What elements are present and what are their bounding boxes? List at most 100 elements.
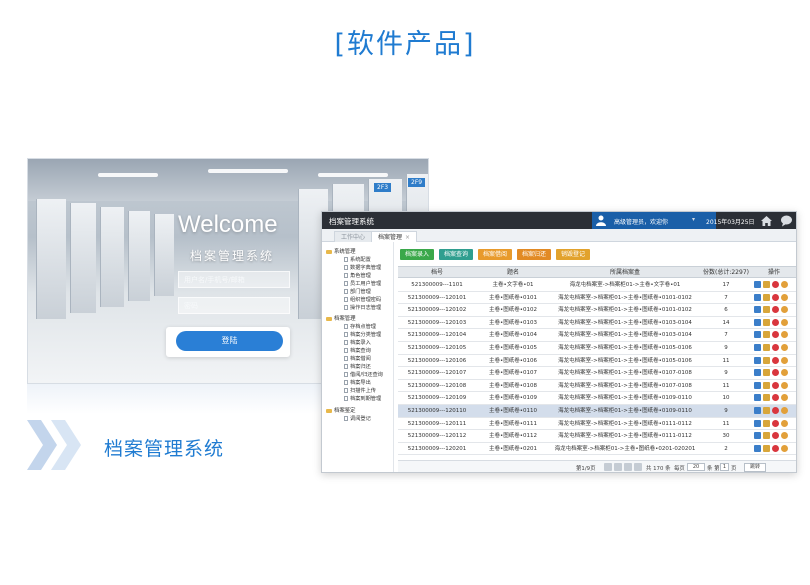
sidebar-item[interactable]: 系统配置: [344, 256, 371, 263]
sidebar-item[interactable]: 档案到期管理: [344, 395, 381, 402]
sidebar-item[interactable]: 档案录入: [344, 339, 371, 346]
table-row[interactable]: 521300009---120104 主卷•图纸卷•0104 海龙屯档案室->档案柜…: [398, 329, 796, 342]
table-row[interactable]: 521300009---120108 主卷•图纸卷•0108 海龙屯档案室->档案柜…: [398, 380, 796, 393]
view-icon[interactable]: [754, 444, 761, 452]
table-row[interactable]: 521300009---120101 主卷•图纸卷•0101 海龙屯档案室->档案柜…: [398, 292, 796, 305]
go-button[interactable]: 跳转: [744, 463, 766, 472]
archive-icon[interactable]: [781, 331, 788, 339]
view-icon[interactable]: [754, 407, 761, 414]
archive-icon[interactable]: [781, 318, 788, 326]
edit-icon[interactable]: [763, 281, 770, 288]
delete-icon[interactable]: [772, 281, 779, 288]
table-row[interactable]: 521300009---120106 主卷•图纸卷•0106 海龙屯档案室->档案柜…: [398, 355, 796, 368]
tab-work-center[interactable]: 工作中心: [334, 231, 373, 242]
delete-icon[interactable]: [772, 381, 779, 389]
sidebar-item[interactable]: 数据字典管理: [344, 264, 381, 271]
sidebar-item[interactable]: 角色管理: [344, 272, 371, 279]
sidebar-item[interactable]: 组织管理密码: [344, 296, 381, 303]
table-row[interactable]: 521300009---120107 主卷•图纸卷•0107 海龙屯档案室->档案柜…: [398, 367, 796, 380]
edit-icon[interactable]: [763, 407, 770, 414]
delete-icon[interactable]: [772, 318, 779, 326]
delete-icon[interactable]: [772, 407, 779, 414]
table-row[interactable]: 521300009---120109 主卷•图纸卷•0109 海龙屯档案室->档案柜…: [398, 392, 796, 405]
chat-icon[interactable]: [780, 214, 793, 227]
next-page-button[interactable]: [624, 463, 632, 471]
username-input[interactable]: 用户名/手机号/邮箱: [178, 271, 290, 288]
delete-icon[interactable]: [772, 444, 779, 452]
per-page-select[interactable]: 20: [687, 463, 705, 471]
archive-icon[interactable]: [781, 419, 788, 427]
table-row[interactable]: 521300009---120111 主卷•图纸卷•0111 海龙屯档案室->档案柜…: [398, 418, 796, 431]
archive-icon[interactable]: [781, 293, 788, 301]
delete-icon[interactable]: [772, 356, 779, 364]
view-icon[interactable]: [754, 293, 761, 301]
archive-icon[interactable]: [781, 306, 788, 314]
delete-icon[interactable]: [772, 331, 779, 339]
sidebar-item[interactable]: 部门管理: [344, 288, 371, 295]
delete-icon[interactable]: [772, 293, 779, 301]
archive-icon[interactable]: [781, 369, 788, 377]
archive-icon[interactable]: [781, 394, 788, 402]
page-number-input[interactable]: 1: [720, 463, 729, 471]
last-page-button[interactable]: [634, 463, 642, 471]
table-row[interactable]: 521300009---120110 主卷•图纸卷•0110 海龙屯档案室->档案柜…: [398, 405, 796, 418]
sidebar-group-system[interactable]: 系统管理: [326, 247, 356, 255]
view-icon[interactable]: [754, 281, 761, 288]
sidebar-item[interactable]: 员工用户管理: [344, 280, 381, 287]
column-header-file-number[interactable]: 档号: [398, 267, 476, 278]
view-icon[interactable]: [754, 394, 761, 402]
edit-icon[interactable]: [763, 293, 770, 301]
sidebar-item[interactable]: 操作日志管理: [344, 304, 381, 311]
sidebar-item[interactable]: 扫描件上传: [344, 387, 376, 394]
delete-icon[interactable]: [772, 306, 779, 314]
close-icon[interactable]: ×: [405, 234, 410, 241]
table-row[interactable]: 521300009---120103 主卷•图纸卷•0103 海龙屯档案室->档案柜…: [398, 317, 796, 330]
edit-icon[interactable]: [763, 394, 770, 402]
edit-icon[interactable]: [763, 419, 770, 427]
sidebar-item[interactable]: 档案导出: [344, 379, 371, 386]
sidebar-item[interactable]: 档案借阅: [344, 355, 371, 362]
edit-icon[interactable]: [763, 369, 770, 377]
table-row[interactable]: 521300009---120105 主卷•图纸卷•0105 海龙屯档案室->档案柜…: [398, 342, 796, 355]
archive-icon[interactable]: [781, 381, 788, 389]
view-icon[interactable]: [754, 306, 761, 314]
table-row[interactable]: 521300009---120112 主卷•图纸卷•0112 海龙屯档案室->档案柜…: [398, 430, 796, 443]
tab-archive-management[interactable]: 档案管理 ×: [371, 231, 418, 242]
delete-icon[interactable]: [772, 432, 779, 440]
view-icon[interactable]: [754, 432, 761, 440]
column-header-count[interactable]: 份数(总计:2297): [700, 267, 752, 278]
edit-icon[interactable]: [763, 356, 770, 364]
archive-entry-button[interactable]: 档案录入: [400, 249, 435, 260]
delete-icon[interactable]: [772, 419, 779, 427]
archive-icon[interactable]: [781, 344, 788, 351]
archive-query-button[interactable]: 档案查询: [439, 249, 474, 260]
delete-icon[interactable]: [772, 394, 779, 402]
first-page-button[interactable]: [604, 463, 612, 471]
archive-icon[interactable]: [781, 432, 788, 440]
sidebar-group-archive[interactable]: 档案管理: [326, 314, 356, 322]
sidebar-item[interactable]: 档案分类管理: [344, 331, 381, 338]
view-icon[interactable]: [754, 331, 761, 339]
sidebar-item[interactable]: 存档点管理: [344, 323, 376, 330]
edit-icon[interactable]: [763, 444, 770, 452]
prev-page-button[interactable]: [614, 463, 622, 471]
table-row[interactable]: 521300009---120102 主卷•图纸卷•0102 海龙屯档案室->档案柜…: [398, 304, 796, 317]
column-header-title[interactable]: 题名: [476, 267, 550, 278]
archive-return-button[interactable]: 档案归还: [517, 249, 552, 260]
view-icon[interactable]: [754, 369, 761, 377]
sidebar-item[interactable]: 借阅/归还查询: [344, 371, 383, 378]
view-icon[interactable]: [754, 381, 761, 389]
table-row[interactable]: 521300009---1101 主卷•文字卷•01 海龙屯档案室->档案柜01->…: [398, 279, 796, 292]
destroy-register-button[interactable]: 销毁登记: [556, 249, 591, 260]
user-menu[interactable]: 高级管理员，欢迎你 ▾: [592, 212, 716, 229]
delete-icon[interactable]: [772, 369, 779, 377]
archive-icon[interactable]: [781, 281, 788, 288]
edit-icon[interactable]: [763, 344, 770, 351]
delete-icon[interactable]: [772, 344, 779, 351]
table-row[interactable]: 521300009---120201 主卷•图纸卷•0201 海龙屯档案室->档案柜…: [398, 443, 796, 456]
sidebar-group-appraisal[interactable]: 档案鉴定: [326, 406, 356, 414]
view-icon[interactable]: [754, 419, 761, 427]
column-header-box[interactable]: 所属档案盒: [550, 267, 700, 278]
edit-icon[interactable]: [763, 432, 770, 440]
archive-icon[interactable]: [781, 356, 788, 364]
